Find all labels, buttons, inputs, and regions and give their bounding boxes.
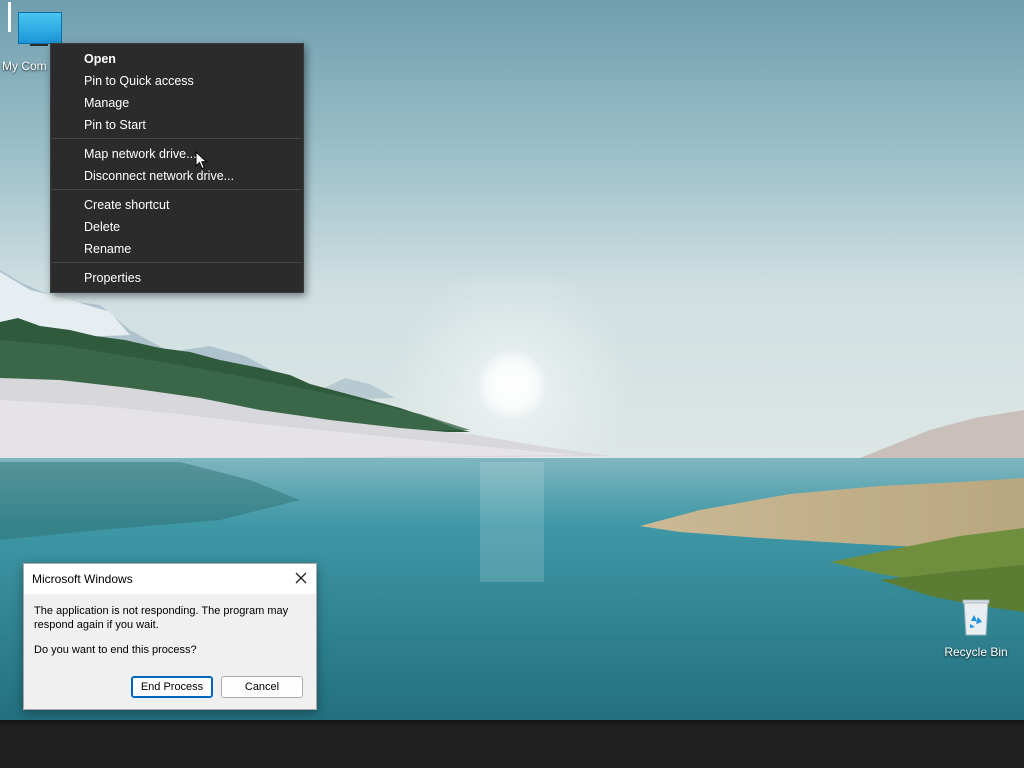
menu-separator xyxy=(52,262,302,263)
menu-item-manage[interactable]: Manage xyxy=(84,95,129,111)
computer-icon xyxy=(18,12,62,44)
menu-item-map-network-drive[interactable]: Map network drive... xyxy=(84,146,197,162)
menu-separator xyxy=(52,138,302,139)
desktop-icon-label: Recycle Bin xyxy=(944,645,1008,659)
menu-item-open[interactable]: Open xyxy=(84,51,116,67)
close-icon[interactable] xyxy=(294,571,308,585)
menu-item-pin-quick-access[interactable]: Pin to Quick access xyxy=(84,73,194,89)
dialog-titlebar[interactable]: Microsoft Windows xyxy=(24,564,316,594)
recycle-bin-icon xyxy=(960,597,992,637)
dialog-title: Microsoft Windows xyxy=(32,572,133,586)
not-responding-dialog: Microsoft Windows The application is not… xyxy=(23,563,317,710)
menu-item-properties[interactable]: Properties xyxy=(84,270,141,286)
menu-item-rename[interactable]: Rename xyxy=(84,241,131,257)
menu-item-pin-to-start[interactable]: Pin to Start xyxy=(84,117,146,133)
menu-item-create-shortcut[interactable]: Create shortcut xyxy=(84,197,169,213)
desktop-icon-recycle-bin[interactable]: Recycle Bin xyxy=(940,597,1012,659)
taskbar[interactable] xyxy=(0,720,1024,768)
mouse-pointer-icon xyxy=(195,151,208,170)
dialog-question: Do you want to end this process? xyxy=(34,644,197,656)
menu-item-delete[interactable]: Delete xyxy=(84,219,120,235)
text-caret xyxy=(8,2,11,32)
context-menu: Open Pin to Quick access Manage Pin to S… xyxy=(50,43,304,293)
dialog-message: The application is not responding. The p… xyxy=(34,605,289,631)
end-process-button[interactable]: End Process xyxy=(131,676,213,698)
cancel-button[interactable]: Cancel xyxy=(221,676,303,698)
desktop-icon-label: My Com xyxy=(2,59,47,73)
menu-separator xyxy=(52,189,302,190)
computer-stand xyxy=(30,44,48,46)
menu-item-disconnect-network-drive[interactable]: Disconnect network drive... xyxy=(84,168,234,184)
